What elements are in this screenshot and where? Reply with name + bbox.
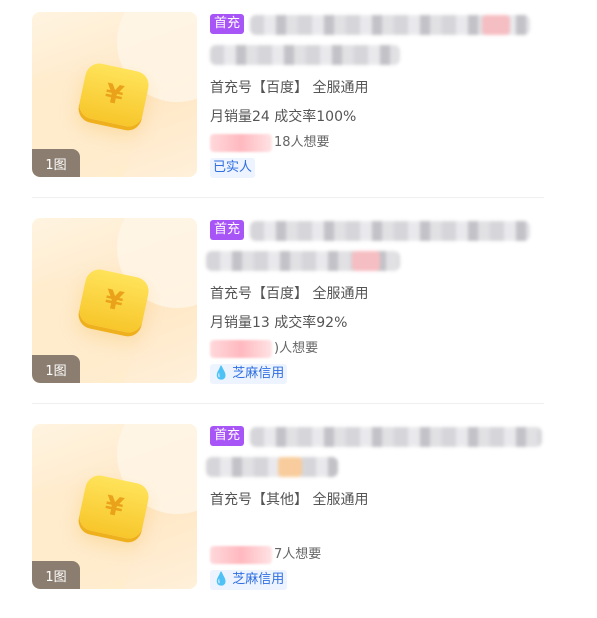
verified-tag: 已实人 [210,158,256,178]
drop-icon: 💧 [213,572,230,587]
listing-card-1[interactable]: ¥ 1图 首充 首充号【百度】 全服通用 月销量24 成交率100% 18人想要… [0,0,597,206]
blurred-title-line [250,15,530,35]
first-charge-badge: 首充 [210,14,245,34]
product-thumbnail[interactable]: ¥ 1图 [32,12,197,177]
first-charge-badge: 首充 [210,220,245,240]
want-count: 7人想要 [210,543,321,564]
blurred-title-line [206,457,338,477]
listing-description: 首充号【百度】 全服通用 [210,286,369,302]
image-count-badge: 1图 [32,561,80,589]
blurred-title-line [250,427,542,447]
listing-card-2[interactable]: ¥ 1图 首充 首充号【百度】 全服通用 月销量13 成交率92% )人想要 💧… [0,206,597,412]
blurred-avatar-group [210,339,272,358]
sales-stats: 月销量13 成交率92% [210,315,348,331]
divider [32,197,544,198]
sesame-credit-tag: 💧 芝麻信用 [210,364,288,384]
product-thumbnail[interactable]: ¥ 1图 [32,218,197,383]
want-count: 18人想要 [210,131,330,152]
first-charge-badge: 首充 [210,426,245,446]
product-thumbnail[interactable]: ¥ 1图 [32,424,197,589]
blurred-avatar-group [210,133,272,152]
listing-card-3[interactable]: ¥ 1图 首充 首充号【其他】 全服通用 7人想要 💧 芝麻信用 [0,412,597,618]
image-count-badge: 1图 [32,149,80,177]
want-count: )人想要 [210,337,318,358]
blurred-title-line [210,45,400,65]
sales-stats: 月销量24 成交率100% [210,109,357,125]
drop-icon: 💧 [213,366,230,381]
image-count-badge: 1图 [32,355,80,383]
blurred-avatar-group [210,545,272,564]
blurred-title-line [250,221,530,241]
listing-description: 首充号【其他】 全服通用 [210,492,369,508]
divider [32,403,544,404]
listing-description: 首充号【百度】 全服通用 [210,80,369,96]
blurred-title-line [206,251,400,271]
sesame-credit-tag: 💧 芝麻信用 [210,570,288,590]
